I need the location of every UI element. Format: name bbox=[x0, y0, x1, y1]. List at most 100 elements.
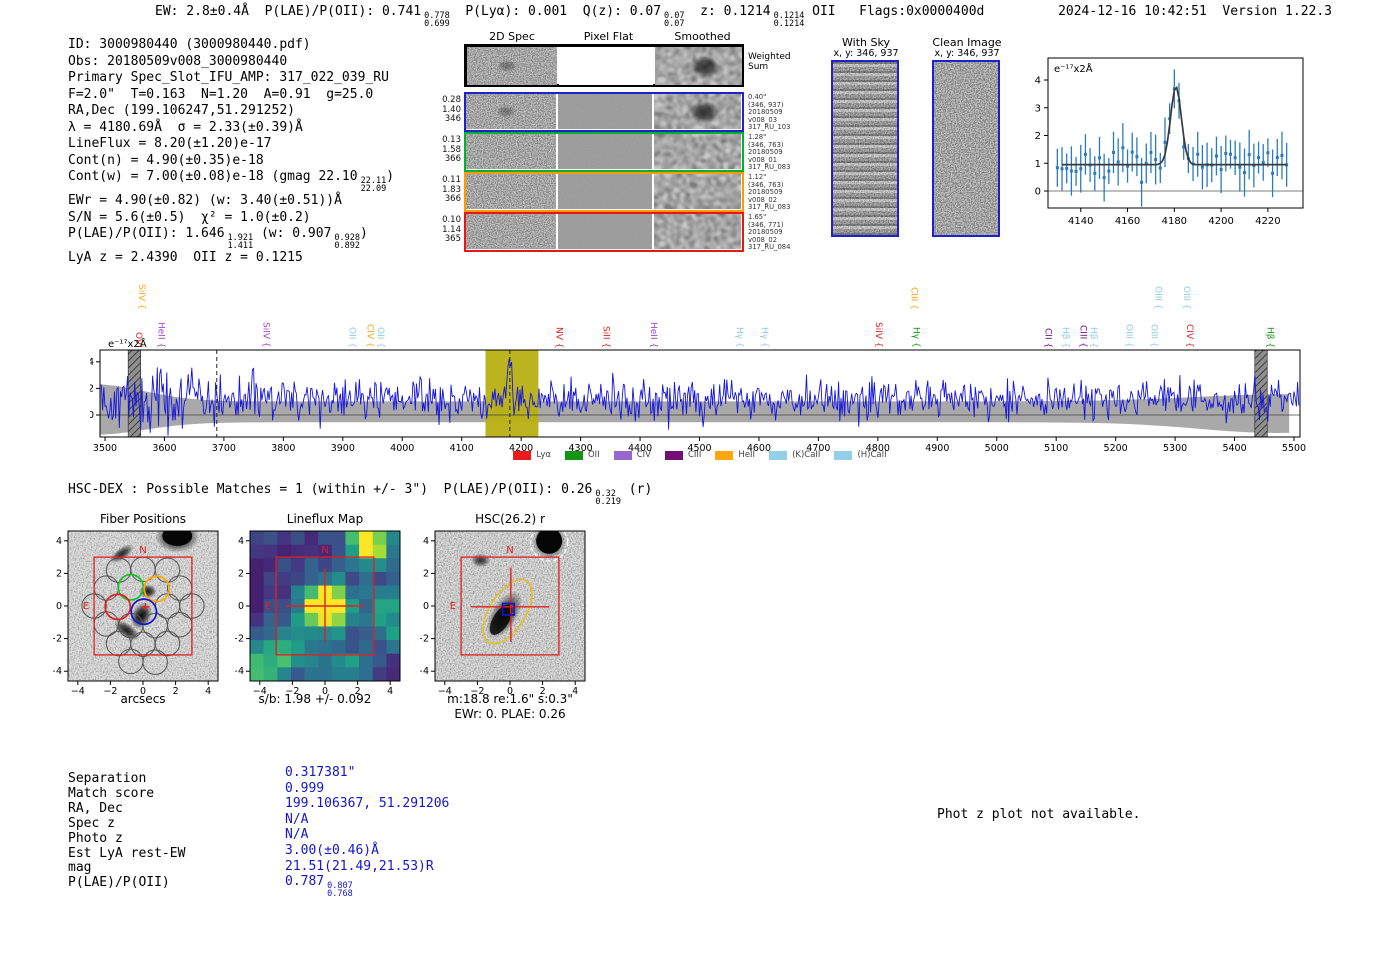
legend-item: CIII bbox=[664, 450, 702, 460]
hi-lo-stack: 0.07 0.07 bbox=[664, 12, 685, 29]
hi-lo-stack: 0.32 0.219 bbox=[595, 490, 621, 507]
legend-swatch bbox=[715, 450, 734, 460]
info-line: P(LAE)/P(OII): 1.646 1.921 1.411 (w: 0.907… bbox=[68, 226, 394, 250]
hsc-xlabel: m:18.8 re:1.6" s:0.3" bbox=[447, 692, 573, 706]
spec2d-row bbox=[464, 132, 744, 172]
text-segment: ) bbox=[386, 169, 395, 185]
text-segment: 0.317381" bbox=[285, 765, 356, 780]
text-segment: Obs: 20180509v008_3000980440 bbox=[68, 53, 288, 69]
svg-text:e⁻¹⁷x2Å: e⁻¹⁷x2Å bbox=[1054, 62, 1093, 75]
match-table-label: Est LyA rest-EW bbox=[68, 845, 186, 861]
hsc-xlabel2: EWr: 0. PLAE: 0.26 bbox=[454, 707, 566, 721]
spec2d-row-right-labels: 1.28" (346, 763) 20180509 v008_01 317_RU_083 bbox=[748, 133, 800, 172]
match-table-label: mag bbox=[68, 860, 92, 876]
svg-text:0: 0 bbox=[238, 601, 244, 612]
legend-label: CIII bbox=[687, 450, 702, 460]
hi-lo-stack: 1.921 1.411 bbox=[228, 234, 254, 251]
spec2d-left-label: 366 bbox=[444, 194, 461, 204]
spec2d-left-label: 366 bbox=[444, 154, 461, 164]
col-header-smoothed: Smoothed bbox=[674, 30, 731, 43]
legend-label: OII bbox=[587, 450, 600, 460]
match-table-value: 0.317381" bbox=[285, 765, 449, 781]
sky-panel-noise bbox=[934, 62, 998, 235]
text-segment: 0.787 bbox=[285, 874, 325, 890]
svg-text:3900: 3900 bbox=[331, 443, 355, 454]
svg-text:5100: 5100 bbox=[1044, 443, 1068, 454]
legend-swatch bbox=[613, 450, 632, 460]
spec2d-row bbox=[464, 212, 744, 252]
lineflux-map-plot: NE−4−4−2−2002244 bbox=[235, 530, 401, 696]
info-line: ID: 3000980440 (3000980440.pdf) bbox=[68, 37, 394, 54]
svg-text:4160: 4160 bbox=[1115, 216, 1140, 227]
legend-item: OII bbox=[564, 450, 600, 460]
svg-text:0: 0 bbox=[90, 410, 94, 421]
info-line: LineFlux = 8.20(±1.20)e-17 bbox=[68, 136, 394, 153]
info-line: Primary Spec_Slot_IFU_AMP: 317_022_039_R… bbox=[68, 70, 394, 87]
match-table-label: RA, Dec bbox=[68, 800, 123, 816]
legend-swatch bbox=[834, 450, 853, 460]
text-segment: LyA z = 2.4390 OII z = 0.1215 bbox=[68, 250, 303, 266]
line-fit-plot: 0 1 2 3 4 4140 4160 4180 4200 4220 e⁻¹⁷x2Å bbox=[1035, 57, 1304, 227]
svg-text:3: 3 bbox=[1035, 103, 1041, 114]
legend-item: HeII bbox=[715, 450, 755, 460]
sky-banding bbox=[833, 62, 897, 235]
hsc-dex-match-line: HSC-DEX : Possible Matches = 1 (within +… bbox=[68, 482, 652, 506]
svg-text:3600: 3600 bbox=[152, 443, 176, 454]
hi-lo-stack: 0.1214 0.1214 bbox=[774, 12, 805, 29]
svg-text:4000: 4000 bbox=[390, 443, 414, 454]
spec2d-row-images bbox=[466, 94, 741, 129]
svg-text:3700: 3700 bbox=[212, 443, 236, 454]
emission-line-label: OIII { bbox=[1152, 286, 1163, 310]
spec2d-left-label: 365 bbox=[444, 234, 461, 244]
spec2d-row-images bbox=[467, 47, 742, 85]
svg-text:N: N bbox=[321, 545, 328, 556]
match-table-label: P(LAE)/P(OII) bbox=[68, 875, 170, 891]
spec2d-row-images bbox=[466, 174, 741, 209]
emission-line-label: SiIV { bbox=[136, 284, 147, 310]
hi-lo-stack: 0.928 0.892 bbox=[334, 234, 360, 251]
spec2d-right-label: Sum bbox=[748, 62, 769, 72]
svg-text:E: E bbox=[265, 601, 271, 612]
spec2d-row bbox=[464, 172, 744, 212]
stack-lo: 22.09 bbox=[360, 184, 387, 195]
legend-item: CIV bbox=[613, 450, 651, 460]
legend-swatch bbox=[513, 450, 532, 460]
text-segment: N/A bbox=[285, 827, 309, 843]
text-segment: Primary Spec_Slot_IFU_AMP: 317_022_039_R… bbox=[68, 70, 389, 86]
text-segment: N/A bbox=[285, 811, 309, 827]
svg-text:N: N bbox=[506, 545, 513, 556]
svg-text:2: 2 bbox=[238, 568, 244, 579]
spec2d-right-label: 317_RU_083 bbox=[748, 203, 791, 212]
full-spectrum-plot: 3500 3600 3700 3800 3900 4000 4100 4200 4300 4400… bbox=[90, 337, 1306, 454]
spectrum-legend: Lyα OII CIV CIII HeII (K)CaII (H)CaII bbox=[470, 450, 930, 460]
legend-swatch bbox=[564, 450, 583, 460]
svg-text:5300: 5300 bbox=[1163, 443, 1187, 454]
summary-stats-line: EW: 2.8±0.4Å P(LAE)/P(OII): 0.741 0.778 0.… bbox=[155, 4, 984, 28]
svg-text:2: 2 bbox=[1035, 131, 1041, 142]
svg-text:−2: −2 bbox=[420, 634, 429, 645]
stack-lo: 0.07 bbox=[664, 19, 685, 29]
legend-item: Lyα bbox=[513, 450, 551, 460]
legend-label: Lyα bbox=[536, 450, 551, 460]
svg-text:−4: −4 bbox=[53, 666, 62, 677]
text-segment: 199.106367, 51.291206 bbox=[285, 796, 450, 812]
match-table-value: 21.51(21.49,21.53)R bbox=[285, 859, 449, 875]
svg-text:4140: 4140 bbox=[1068, 216, 1093, 227]
info-line: RA,Dec (199.106247,51.291252) bbox=[68, 103, 394, 120]
info-line: Cont(n) = 4.90(±0.35)e-18 bbox=[68, 153, 394, 170]
text-segment: P(LAE)/P(OII): 1.646 bbox=[68, 226, 225, 242]
text-segment: 21.51(21.49,21.53)R bbox=[285, 858, 434, 874]
match-table-value: 0.787 0.807 0.768 bbox=[285, 874, 449, 898]
svg-text:4: 4 bbox=[1035, 76, 1041, 87]
legend-item: (K)CaII bbox=[769, 450, 820, 460]
match-table-label: Photo z bbox=[68, 830, 123, 846]
svg-text:2: 2 bbox=[56, 568, 62, 579]
withsky-image bbox=[831, 60, 899, 237]
info-line: λ = 4180.69Å σ = 2.33(±0.39)Å bbox=[68, 120, 394, 137]
text-segment: (r) bbox=[620, 482, 653, 497]
match-table-values: 0.317381" 0.999 199.106367, 51.291206 N/A N/… bbox=[285, 765, 449, 898]
legend-item: (H)CaII bbox=[834, 450, 887, 460]
legend-label: (K)CaII bbox=[792, 450, 821, 460]
match-table-labels: Separation Match score RA, Dec Spec z Photo … bbox=[68, 771, 186, 891]
text-segment: 0.999 bbox=[285, 780, 325, 796]
